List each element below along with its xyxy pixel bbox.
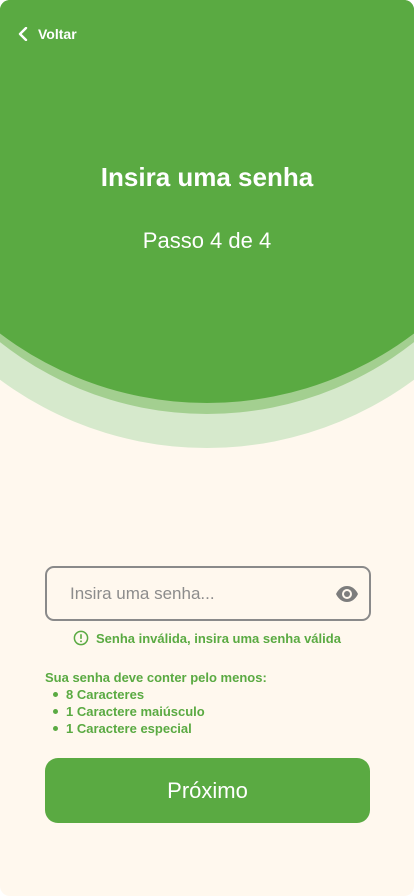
step-indicator: Passo 4 de 4 (142, 228, 272, 253)
error-message: Senha inválida, insira uma senha válida (96, 630, 341, 646)
back-label: Voltar (38, 26, 77, 42)
requirement-item: 1 Caractere maiúsculo (45, 703, 267, 720)
bullet-icon (53, 726, 58, 731)
chevron-left-icon (18, 27, 28, 41)
password-requirements: Sua senha deve conter pelo menos: 8 Cara… (45, 670, 267, 737)
requirement-text: 1 Caractere especial (66, 721, 192, 736)
requirement-item: 8 Caracteres (45, 686, 267, 703)
bullet-icon (53, 709, 58, 714)
back-button[interactable]: Voltar (18, 24, 77, 44)
password-error: Senha inválida, insira uma senha válida (73, 630, 341, 646)
bullet-icon (53, 692, 58, 697)
alert-circle-icon (73, 630, 89, 646)
requirement-text: 8 Caracteres (66, 687, 145, 702)
requirement-item: 1 Caractere especial (45, 720, 267, 737)
page-title: Insira uma senha (100, 162, 314, 192)
header-arc-main (0, 0, 414, 403)
requirements-list: 8 Caracteres 1 Caractere maiúsculo 1 Car… (45, 686, 267, 737)
password-field (45, 566, 371, 621)
requirements-title: Sua senha deve conter pelo menos: (45, 670, 267, 685)
eye-icon[interactable] (335, 582, 359, 606)
password-input[interactable] (47, 568, 317, 619)
password-step-screen: Voltar Insira uma senha Passo 4 de 4 Sen… (0, 0, 414, 896)
next-button[interactable]: Próximo (45, 758, 370, 823)
requirement-text: 1 Caractere maiúsculo (66, 704, 205, 719)
